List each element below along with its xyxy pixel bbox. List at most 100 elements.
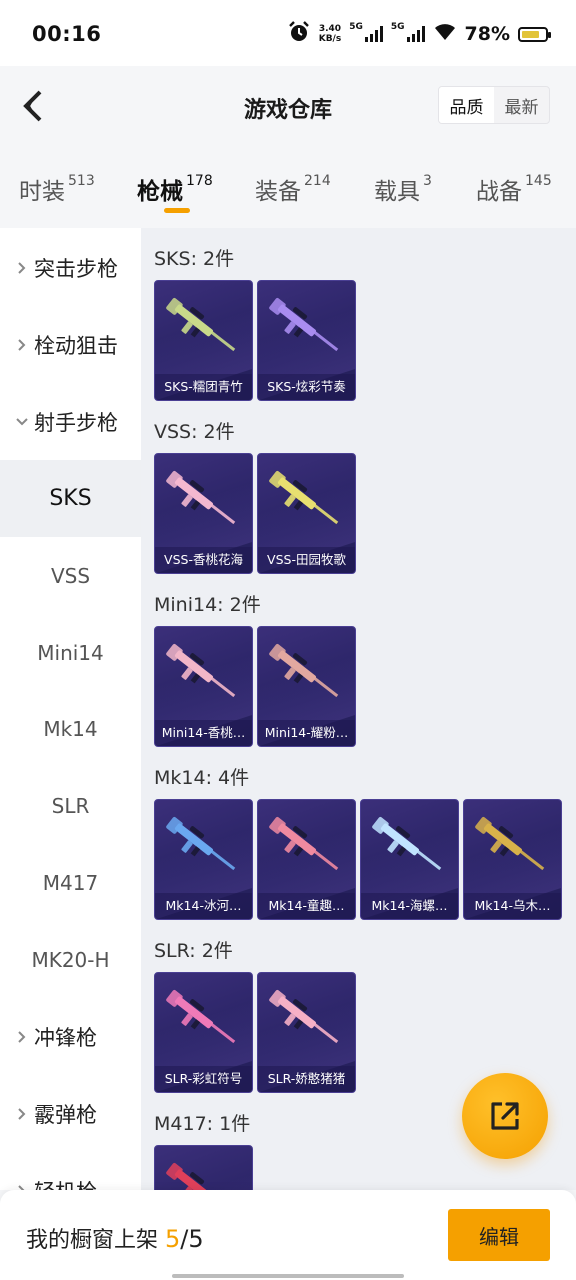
weapon-skin-card[interactable]: SLR-彩虹符号 [154, 972, 253, 1093]
signal-2: 5G [391, 22, 425, 42]
alarm-icon [287, 20, 311, 48]
weapon-skin-card[interactable]: SKS-炫彩节奏 [257, 280, 356, 401]
tab-label: 装备 [255, 179, 301, 205]
weapon-skin-name: Mini14-耀粉… [258, 720, 355, 746]
sidebar-item-sks[interactable]: SKS [0, 460, 141, 537]
rifle-icon [269, 989, 339, 1044]
signal-2-label: 5G [390, 22, 405, 32]
shelf-status: 我的橱窗上架 5/5 [26, 1222, 204, 1254]
weapon-skin-name: Mk14-海螺… [361, 893, 458, 919]
shelf-label: 我的橱窗上架 [26, 1228, 159, 1253]
shelf-total-count: 5 [188, 1225, 204, 1253]
active-tab-indicator [164, 208, 190, 213]
home-indicator[interactable] [172, 1274, 404, 1278]
tab-count: 513 [68, 173, 95, 189]
tab-battle-gear[interactable]: 战备 145 [476, 172, 552, 206]
weapon-skin-card[interactable]: SLR-娇憨猪猪 [257, 972, 356, 1093]
section-title: Mini14: 2件 [154, 594, 261, 616]
sidebar-item-mk20h[interactable]: MK20-H [0, 921, 141, 998]
tab-equipment[interactable]: 装备 214 [255, 172, 331, 206]
weapon-skin-list: SKS: 2件 SKS-糯团青竹 SKS-炫彩节奏 VSS: 2件 VSS-香桃花海 VS… [141, 228, 576, 1190]
tab-count: 3 [423, 173, 432, 189]
weapon-skin-card[interactable]: SKS-糯团青竹 [154, 280, 253, 401]
section-title: SKS: 2件 [154, 248, 235, 270]
rifle-icon [166, 816, 236, 871]
weapon-skin-card[interactable]: VSS-香桃花海 [154, 453, 253, 574]
tab-vehicles[interactable]: 载具 3 [374, 172, 432, 206]
sidebar-group-label: 栓动狙击 [34, 333, 118, 358]
tab-label: 时装 [19, 179, 65, 205]
edit-button[interactable]: 编辑 [448, 1209, 550, 1261]
bottom-bar: 我的橱窗上架 5/5 编辑 [0, 1190, 576, 1280]
header: 游戏仓库 品质 最新 [0, 66, 576, 150]
weapon-skin-card[interactable]: Mini14-香桃… [154, 626, 253, 747]
sidebar-group-label: 霰弹枪 [34, 1102, 97, 1127]
rifle-icon [166, 989, 236, 1044]
sort-quality-button[interactable]: 品质 [439, 87, 494, 123]
sort-latest-button[interactable]: 最新 [494, 87, 549, 123]
weapon-type-sidebar: 突击步枪 栓动狙击 射手步枪 SKS VSS Mini14 Mk14 SLR M… [0, 228, 141, 1190]
sort-toggle: 品质 最新 [438, 86, 550, 124]
weapon-skin-name: SLR-娇憨猪猪 [258, 1066, 355, 1092]
weapon-skin-name: Mini14-香桃… [155, 720, 252, 746]
tab-firearms[interactable]: 枪械 178 [137, 172, 213, 206]
sidebar-group-bolt-sniper[interactable]: 栓动狙击 [0, 306, 141, 383]
weapon-skin-card[interactable]: VSS-田园牧歌 [257, 453, 356, 574]
tab-costume[interactable]: 时装 513 [19, 172, 95, 206]
section-title: M417: 1件 [154, 1113, 251, 1135]
category-tabs: 时装 513 枪械 178 装备 214 载具 3 战备 145 [0, 160, 576, 226]
chevron-right-icon [12, 338, 32, 352]
rifle-icon [269, 297, 339, 352]
sidebar-group-marksman-rifle[interactable]: 射手步枪 [0, 383, 141, 460]
weapon-skin-name: VSS-香桃花海 [155, 547, 252, 573]
rifle-icon [269, 470, 339, 525]
status-time: 00:16 [32, 22, 102, 46]
chevron-right-icon [12, 1107, 32, 1121]
chevron-down-icon [12, 417, 32, 427]
network-speed-value: 3.40 [318, 24, 342, 34]
weapon-skin-name: Mk14-乌木… [464, 893, 561, 919]
signal-bars-icon [406, 26, 425, 42]
section-title: VSS: 2件 [154, 421, 235, 443]
rifle-icon [475, 816, 545, 871]
sidebar-item-slr[interactable]: SLR [0, 767, 141, 844]
shelf-current-count: 5 [165, 1225, 181, 1253]
rifle-icon [166, 297, 236, 352]
section-title: SLR: 2件 [154, 940, 233, 962]
app-screen: 00:16 3.40 KB/s 5G 5G 78% 游戏仓库 品质 最新 时装 … [0, 0, 576, 1280]
sidebar-group-lmg[interactable]: 轻机枪 [0, 1152, 141, 1190]
battery-fill [522, 30, 540, 38]
battery-percent: 78% [464, 23, 510, 45]
share-button[interactable] [462, 1073, 548, 1159]
weapon-skin-name: SKS-炫彩节奏 [258, 374, 355, 400]
weapon-skin-card[interactable] [154, 1145, 253, 1190]
wifi-icon [433, 22, 457, 46]
sidebar-item-mk14[interactable]: Mk14 [0, 690, 141, 767]
network-speed-unit: KB/s [318, 34, 342, 44]
weapon-skin-name: VSS-田园牧歌 [258, 547, 355, 573]
signal-bars-icon [364, 26, 383, 42]
weapon-skin-card[interactable]: Mk14-童趣… [257, 799, 356, 920]
weapon-skin-card[interactable]: Mk14-冰河… [154, 799, 253, 920]
status-bar: 00:16 3.40 KB/s 5G 5G 78% [0, 0, 576, 66]
sidebar-item-m417[interactable]: M417 [0, 844, 141, 921]
rifle-icon [166, 643, 236, 698]
network-speed: 3.40 KB/s [319, 24, 341, 44]
rifle-icon [269, 643, 339, 698]
sidebar-group-smg[interactable]: 冲锋枪 [0, 998, 141, 1075]
sidebar-item-vss[interactable]: VSS [0, 537, 141, 614]
status-icons: 3.40 KB/s 5G 5G 78% [287, 18, 551, 50]
sidebar-item-mini14[interactable]: Mini14 [0, 614, 141, 691]
signal-1-label: 5G [349, 22, 363, 32]
chevron-right-icon [12, 1030, 32, 1044]
weapon-skin-card[interactable]: Mini14-耀粉… [257, 626, 356, 747]
tab-label: 枪械 [137, 179, 183, 205]
weapon-skin-card[interactable]: Mk14-海螺… [360, 799, 459, 920]
sidebar-group-label: 射手步枪 [34, 410, 118, 435]
weapon-skin-name: Mk14-童趣… [258, 893, 355, 919]
sidebar-group-assault-rifle[interactable]: 突击步枪 [0, 229, 141, 306]
sidebar-group-label: 轻机枪 [34, 1176, 97, 1191]
weapon-skin-card[interactable]: Mk14-乌木… [463, 799, 562, 920]
sidebar-group-shotgun[interactable]: 霰弹枪 [0, 1075, 141, 1152]
tab-count: 214 [304, 173, 331, 189]
